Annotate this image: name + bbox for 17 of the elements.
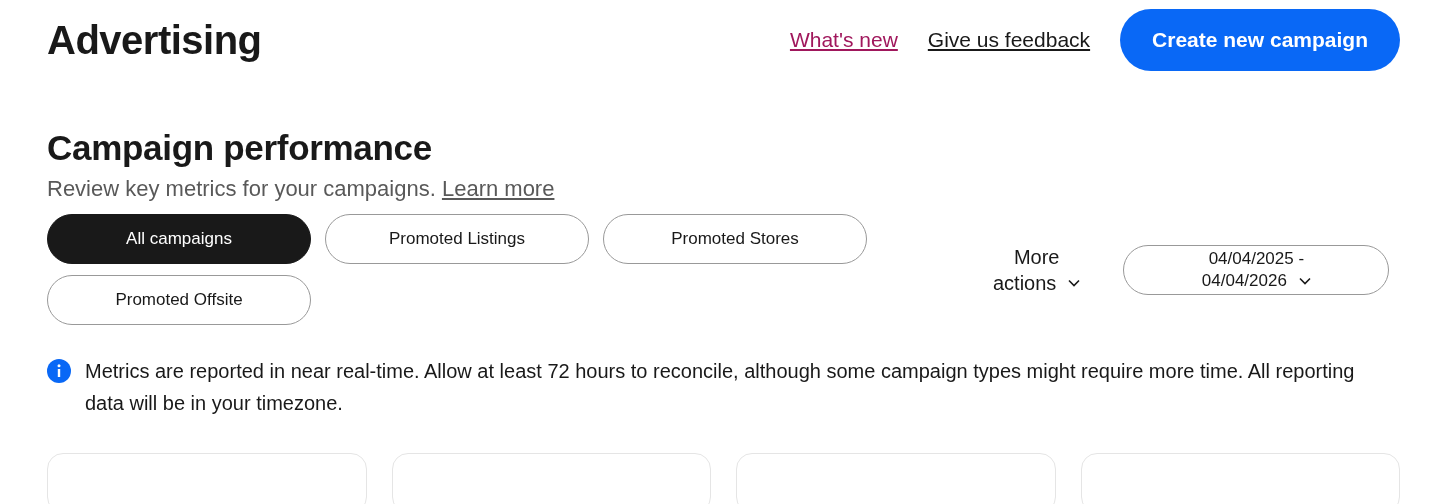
filter-tab[interactable]: All campaigns — [47, 214, 311, 264]
filter-tab[interactable]: Promoted Stores — [603, 214, 867, 264]
chevron-down-icon — [1068, 278, 1081, 287]
section-subtitle: Review key metrics for your campaigns. Learn more — [47, 176, 556, 202]
filter-tab[interactable]: Promoted Offsite — [47, 275, 311, 325]
info-icon — [47, 359, 71, 383]
chevron-down-icon — [1298, 276, 1311, 285]
create-campaign-button[interactable]: Create new campaign — [1120, 9, 1400, 71]
learn-more-link[interactable]: Learn more — [441, 176, 555, 201]
filter-tab[interactable]: Promoted Listings — [325, 214, 589, 264]
page-title: Advertising — [47, 17, 263, 63]
section-title: Campaign performance — [47, 128, 433, 168]
date-range-picker[interactable]: 04/04/2025 - 04/04/2026 — [1123, 244, 1390, 295]
feedback-link[interactable]: Give us feedback — [927, 28, 1091, 52]
more-actions-button[interactable]: More actions — [993, 243, 1081, 296]
whats-new-link[interactable]: What's new — [789, 28, 898, 52]
info-message: Metrics are reported in near real-time. Allow at least 72 hours to reconcile, although some campaign types might require more time. All reporting data will be in your timezone. — [85, 359, 1356, 416]
